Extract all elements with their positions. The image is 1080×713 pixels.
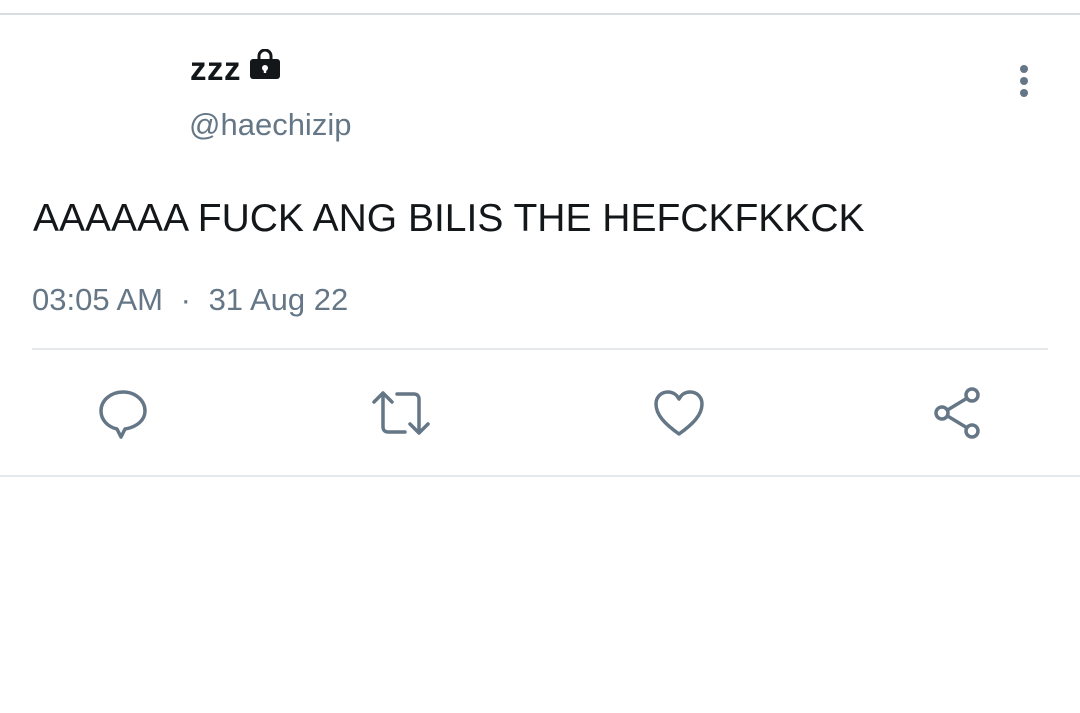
share-icon [931,387,983,439]
share-button[interactable] [927,385,987,441]
more-dot-icon [1020,77,1028,85]
speech-bubble-icon [97,387,149,439]
tweet-time: 03:05 AM [32,282,163,317]
timestamp-separator: · [180,282,191,317]
more-options-button[interactable] [1008,63,1040,99]
user-handle[interactable]: @haechizip [189,105,351,145]
display-name[interactable]: zzz [190,49,241,89]
retweet-icon [371,389,431,437]
tweet-card: zzz @haechizip AAAAAA FUCK ANG BILIS THE… [0,17,1080,477]
tweet-date: 31 Aug 22 [208,282,349,317]
author-name-row[interactable]: zzz [190,48,281,89]
reply-button[interactable] [93,385,153,441]
tweet-text: AAAAAA FUCK ANG BILIS THE HEFCKFKKCK [33,197,865,240]
retweet-button[interactable] [371,385,431,441]
top-divider [0,0,1080,15]
like-button[interactable] [649,385,709,441]
more-dot-icon [1020,89,1028,97]
action-bar-divider [32,348,1048,350]
more-dot-icon [1020,65,1028,73]
lock-icon [249,48,281,81]
tweet-timestamp[interactable]: 03:05 AM · 31 Aug 22 [32,279,348,321]
heart-icon [653,389,705,437]
